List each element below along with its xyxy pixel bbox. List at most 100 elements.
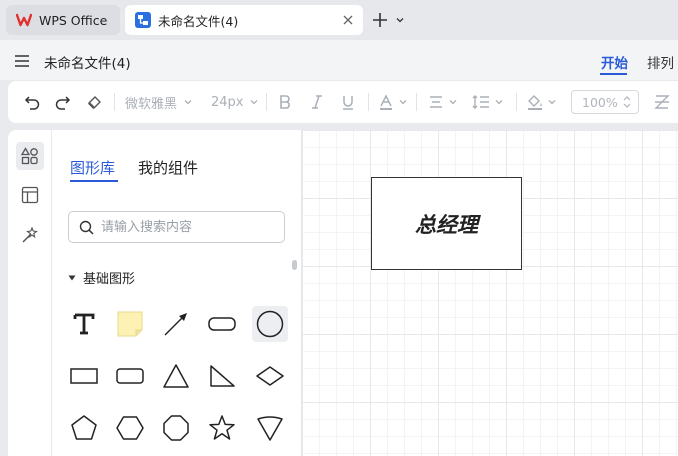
left-rail xyxy=(8,130,52,456)
format-painter-icon xyxy=(88,95,101,109)
shape-note[interactable] xyxy=(112,306,148,342)
zoom-input[interactable]: 100% xyxy=(571,90,639,114)
rail-templates-button[interactable] xyxy=(16,181,44,209)
tab-wps-office[interactable]: WPS Office xyxy=(6,5,120,35)
shape-inverted-pentagon[interactable] xyxy=(252,410,288,446)
underline-button[interactable] xyxy=(341,81,355,123)
font-size-select[interactable]: 24px xyxy=(211,81,259,123)
text-tool-icon xyxy=(73,313,95,335)
panel-tab-my-components[interactable]: 我的组件 xyxy=(138,157,198,178)
inverted-pentagon-icon xyxy=(257,416,283,441)
diamond-icon xyxy=(256,366,284,386)
search-icon xyxy=(79,220,94,235)
shape-text[interactable] xyxy=(66,306,102,342)
hamburger-menu-icon[interactable] xyxy=(14,54,30,68)
shape-arrow[interactable] xyxy=(158,306,194,342)
chevron-down-icon[interactable] xyxy=(395,15,405,25)
tab-document[interactable]: 未命名文件(4) xyxy=(125,5,363,35)
tab-label: 未命名文件(4) xyxy=(158,13,239,29)
node-label: 总经理 xyxy=(415,212,478,237)
caret-down-icon xyxy=(68,275,76,280)
font-color-icon xyxy=(380,94,392,110)
font-color-button[interactable] xyxy=(378,81,408,123)
flowchart-doc-icon xyxy=(135,12,151,28)
chevron-down-icon xyxy=(548,100,556,105)
octagon-icon xyxy=(163,415,189,441)
tab-strip: WPS Office 未命名文件(4) xyxy=(0,0,678,40)
stepper-arrows-icon[interactable] xyxy=(622,94,632,110)
wps-logo-icon xyxy=(16,13,32,27)
hexagon-icon xyxy=(116,416,144,440)
panel-tab-shape-library[interactable]: 图形库 xyxy=(70,157,115,178)
toolbar-divider xyxy=(416,93,417,111)
font-family-value: 微软雅黑 xyxy=(125,96,178,112)
rail-ai-button[interactable] xyxy=(16,221,44,249)
star-icon xyxy=(209,415,235,440)
align-center-icon xyxy=(430,96,442,108)
panel-scrollbar[interactable] xyxy=(292,260,297,270)
shape-triangle[interactable] xyxy=(158,358,194,394)
tab-label: WPS Office xyxy=(39,12,108,28)
layout-template-icon xyxy=(21,186,39,204)
shape-rounded-rectangle-small[interactable] xyxy=(112,358,148,394)
magic-wand-icon xyxy=(22,226,38,243)
redo-icon xyxy=(55,95,71,110)
format-painter-button[interactable] xyxy=(86,81,103,123)
toolbar-divider xyxy=(368,93,369,111)
zoom-value: 100% xyxy=(582,94,618,110)
shape-rounded-rectangle[interactable] xyxy=(204,306,240,342)
chevron-down-icon xyxy=(495,100,503,105)
strikethrough-z-icon xyxy=(654,95,670,109)
rounded-rectangle-icon xyxy=(208,317,236,331)
line-spacing-icon xyxy=(472,95,489,109)
panel-tab-indicator xyxy=(70,180,118,182)
chevron-down-icon xyxy=(184,100,192,105)
ribbon-tab-indicator xyxy=(600,73,627,75)
shape-search xyxy=(68,211,285,243)
pentagon-icon xyxy=(71,415,97,440)
shape-library-panel: 图形库 我的组件 基础图形 xyxy=(52,130,302,456)
fill-color-button[interactable] xyxy=(526,81,557,123)
diagonal-arrow-icon xyxy=(164,313,187,336)
toolbar: 微软雅黑 24px 100% xyxy=(8,81,678,123)
shape-star[interactable] xyxy=(204,410,240,446)
section-title: 基础图形 xyxy=(83,272,136,287)
ribbon-tab-start[interactable]: 开始 xyxy=(601,52,628,72)
shape-octagon[interactable] xyxy=(158,410,194,446)
rounded-rectangle-icon xyxy=(116,368,144,384)
rectangle-icon xyxy=(70,368,98,384)
rail-shapes-button[interactable] xyxy=(16,142,44,170)
text-style-button[interactable] xyxy=(654,81,670,123)
ribbon-tab-arrange[interactable]: 排列 xyxy=(647,52,674,72)
undo-icon xyxy=(24,95,40,110)
redo-button[interactable] xyxy=(54,81,71,123)
document-title[interactable]: 未命名文件(4) xyxy=(44,52,131,72)
italic-icon xyxy=(312,95,322,109)
shape-diamond[interactable] xyxy=(252,358,288,394)
line-spacing-button[interactable] xyxy=(472,81,504,123)
font-size-value: 24px xyxy=(211,94,244,110)
shape-rectangle[interactable] xyxy=(66,358,102,394)
toolbar-divider xyxy=(516,93,517,111)
shape-right-triangle[interactable] xyxy=(204,358,240,394)
bold-icon xyxy=(280,95,290,109)
italic-button[interactable] xyxy=(310,81,324,123)
shape-hexagon[interactable] xyxy=(112,410,148,446)
chevron-down-icon xyxy=(449,100,457,105)
align-button[interactable] xyxy=(428,81,458,123)
triangle-icon xyxy=(163,364,189,388)
section-basic-shapes[interactable]: 基础图形 xyxy=(68,268,135,287)
paint-bucket-icon xyxy=(528,95,542,110)
bold-button[interactable] xyxy=(278,81,292,123)
close-icon[interactable] xyxy=(341,13,355,27)
undo-button[interactable] xyxy=(24,81,41,123)
toolbar-divider xyxy=(114,93,115,111)
plus-icon[interactable] xyxy=(372,12,388,28)
shape-circle[interactable] xyxy=(252,306,288,342)
shapes-icon xyxy=(21,147,38,165)
shape-pentagon[interactable] xyxy=(66,410,102,446)
org-chart-node[interactable]: 总经理 xyxy=(371,177,522,270)
circle-icon xyxy=(256,310,284,338)
font-family-select[interactable]: 微软雅黑 xyxy=(125,81,193,123)
search-input[interactable] xyxy=(101,216,276,238)
